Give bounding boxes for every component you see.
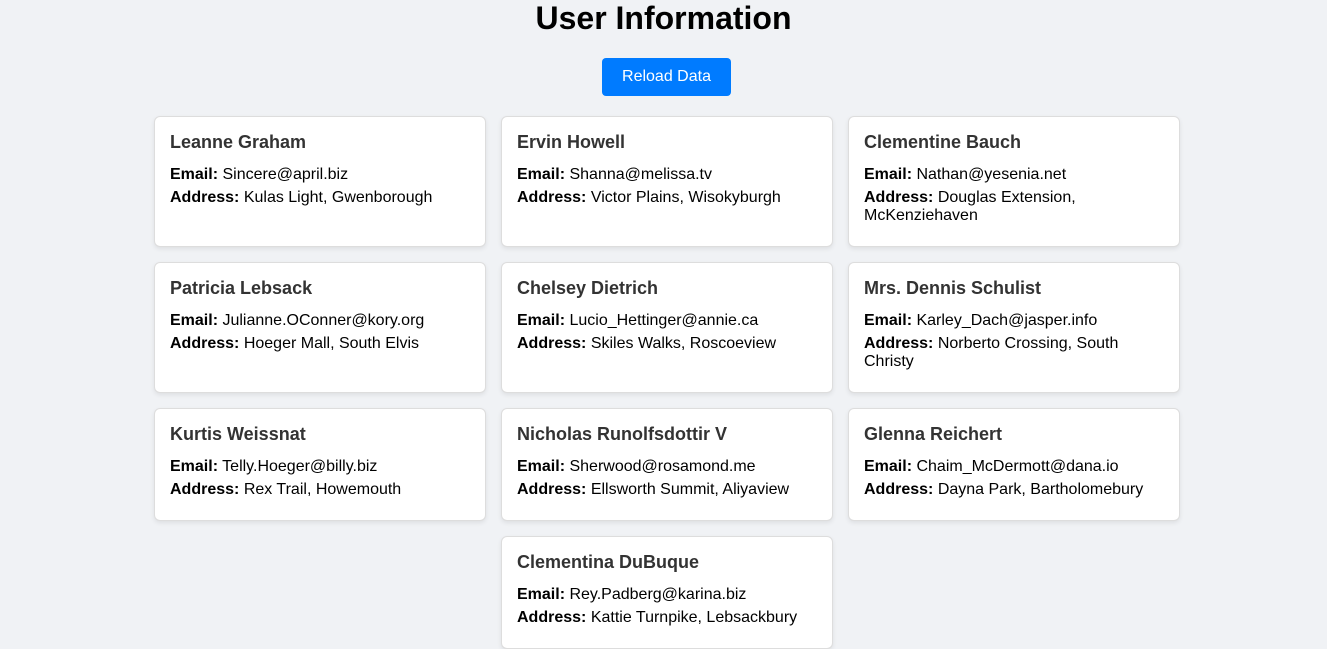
user-email: Email: Sherwood@rosamond.me	[517, 458, 817, 476]
address-label: Address:	[864, 481, 934, 498]
address-value: Rex Trail, Howemouth	[243, 481, 402, 498]
user-address: Address: Skiles Walks, Roscoeview	[517, 335, 817, 353]
user-address: Address: Norberto Crossing, South Christ…	[864, 335, 1164, 371]
user-address: Address: Victor Plains, Wisokyburgh	[517, 189, 817, 207]
address-label: Address:	[517, 609, 587, 626]
email-value: Rey.Padberg@karina.biz	[569, 586, 747, 603]
email-label: Email:	[517, 312, 566, 329]
user-card: Clementina DuBuque Email: Rey.Padberg@ka…	[501, 536, 833, 649]
reload-data-button[interactable]: Reload Data	[602, 58, 731, 96]
user-name: Patricia Lebsack	[170, 278, 313, 298]
user-email: Email: Chaim_McDermott@dana.io	[864, 458, 1164, 476]
user-email: Email: Sincere@april.biz	[170, 166, 470, 184]
user-email: Email: Julianne.OConner@kory.org	[170, 312, 470, 330]
address-label: Address:	[864, 189, 934, 206]
user-name: Nicholas Runolfsdottir V	[517, 424, 728, 444]
email-label: Email:	[864, 458, 913, 475]
email-value: Nathan@yesenia.net	[916, 166, 1067, 183]
email-value: Chaim_McDermott@dana.io	[916, 458, 1119, 475]
user-email: Email: Shanna@melissa.tv	[517, 166, 817, 184]
user-card: Ervin Howell Email: Shanna@melissa.tv Ad…	[501, 116, 833, 247]
address-value: Dayna Park, Bartholomebury	[937, 481, 1144, 498]
address-value: Kulas Light, Gwenborough	[243, 189, 433, 206]
address-value: Victor Plains, Wisokyburgh	[590, 189, 781, 206]
address-label: Address:	[170, 189, 240, 206]
user-address: Address: Kattie Turnpike, Lebsackbury	[517, 609, 817, 627]
user-email: Email: Lucio_Hettinger@annie.ca	[517, 312, 817, 330]
user-card: Mrs. Dennis Schulist Email: Karley_Dach@…	[848, 262, 1180, 393]
email-label: Email:	[517, 586, 566, 603]
address-label: Address:	[517, 481, 587, 498]
user-card: Clementine Bauch Email: Nathan@yesenia.n…	[848, 116, 1180, 247]
user-address: Address: Rex Trail, Howemouth	[170, 481, 470, 499]
email-value: Julianne.OConner@kory.org	[222, 312, 425, 329]
address-value: Hoeger Mall, South Elvis	[243, 335, 419, 352]
email-value: Sincere@april.biz	[222, 166, 349, 183]
email-label: Email:	[517, 166, 566, 183]
user-name: Kurtis Weissnat	[170, 424, 306, 444]
address-label: Address:	[517, 189, 587, 206]
user-card: Chelsey Dietrich Email: Lucio_Hettinger@…	[501, 262, 833, 393]
address-label: Address:	[517, 335, 587, 352]
address-label: Address:	[864, 335, 934, 352]
user-email: Email: Nathan@yesenia.net	[864, 166, 1164, 184]
email-value: Sherwood@rosamond.me	[569, 458, 756, 475]
user-card: Nicholas Runolfsdottir V Email: Sherwood…	[501, 408, 833, 521]
email-label: Email:	[864, 166, 913, 183]
email-value: Karley_Dach@jasper.info	[916, 312, 1098, 329]
user-email: Email: Karley_Dach@jasper.info	[864, 312, 1164, 330]
address-label: Address:	[170, 335, 240, 352]
user-address: Address: Dayna Park, Bartholomebury	[864, 481, 1164, 499]
email-value: Telly.Hoeger@billy.biz	[222, 458, 378, 475]
user-card: Glenna Reichert Email: Chaim_McDermott@d…	[848, 408, 1180, 521]
user-email: Email: Rey.Padberg@karina.biz	[517, 586, 817, 604]
user-address: Address: Kulas Light, Gwenborough	[170, 189, 470, 207]
email-label: Email:	[864, 312, 913, 329]
address-value: Skiles Walks, Roscoeview	[590, 335, 777, 352]
user-card-grid: Leanne Graham Email: Sincere@april.biz A…	[154, 116, 1180, 649]
address-label: Address:	[170, 481, 240, 498]
user-name: Chelsey Dietrich	[517, 278, 659, 298]
user-name: Clementine Bauch	[864, 132, 1022, 152]
user-address: Address: Ellsworth Summit, Aliyaview	[517, 481, 817, 499]
address-value: Ellsworth Summit, Aliyaview	[590, 481, 790, 498]
user-name: Leanne Graham	[170, 132, 307, 152]
address-value: Kattie Turnpike, Lebsackbury	[590, 609, 798, 626]
user-name: Glenna Reichert	[864, 424, 1003, 444]
email-label: Email:	[170, 458, 219, 475]
user-name: Clementina DuBuque	[517, 552, 700, 572]
email-value: Shanna@melissa.tv	[569, 166, 712, 183]
user-card: Leanne Graham Email: Sincere@april.biz A…	[154, 116, 486, 247]
user-card: Kurtis Weissnat Email: Telly.Hoeger@bill…	[154, 408, 486, 521]
user-name: Mrs. Dennis Schulist	[864, 278, 1042, 298]
email-label: Email:	[170, 312, 219, 329]
page-title: User Information	[535, 0, 792, 36]
email-label: Email:	[170, 166, 219, 183]
user-address: Address: Douglas Extension, McKenziehave…	[864, 189, 1164, 225]
email-label: Email:	[517, 458, 566, 475]
email-value: Lucio_Hettinger@annie.ca	[569, 312, 759, 329]
user-address: Address: Hoeger Mall, South Elvis	[170, 335, 470, 353]
user-email: Email: Telly.Hoeger@billy.biz	[170, 458, 470, 476]
user-card: Patricia Lebsack Email: Julianne.OConner…	[154, 262, 486, 393]
user-name: Ervin Howell	[517, 132, 626, 152]
